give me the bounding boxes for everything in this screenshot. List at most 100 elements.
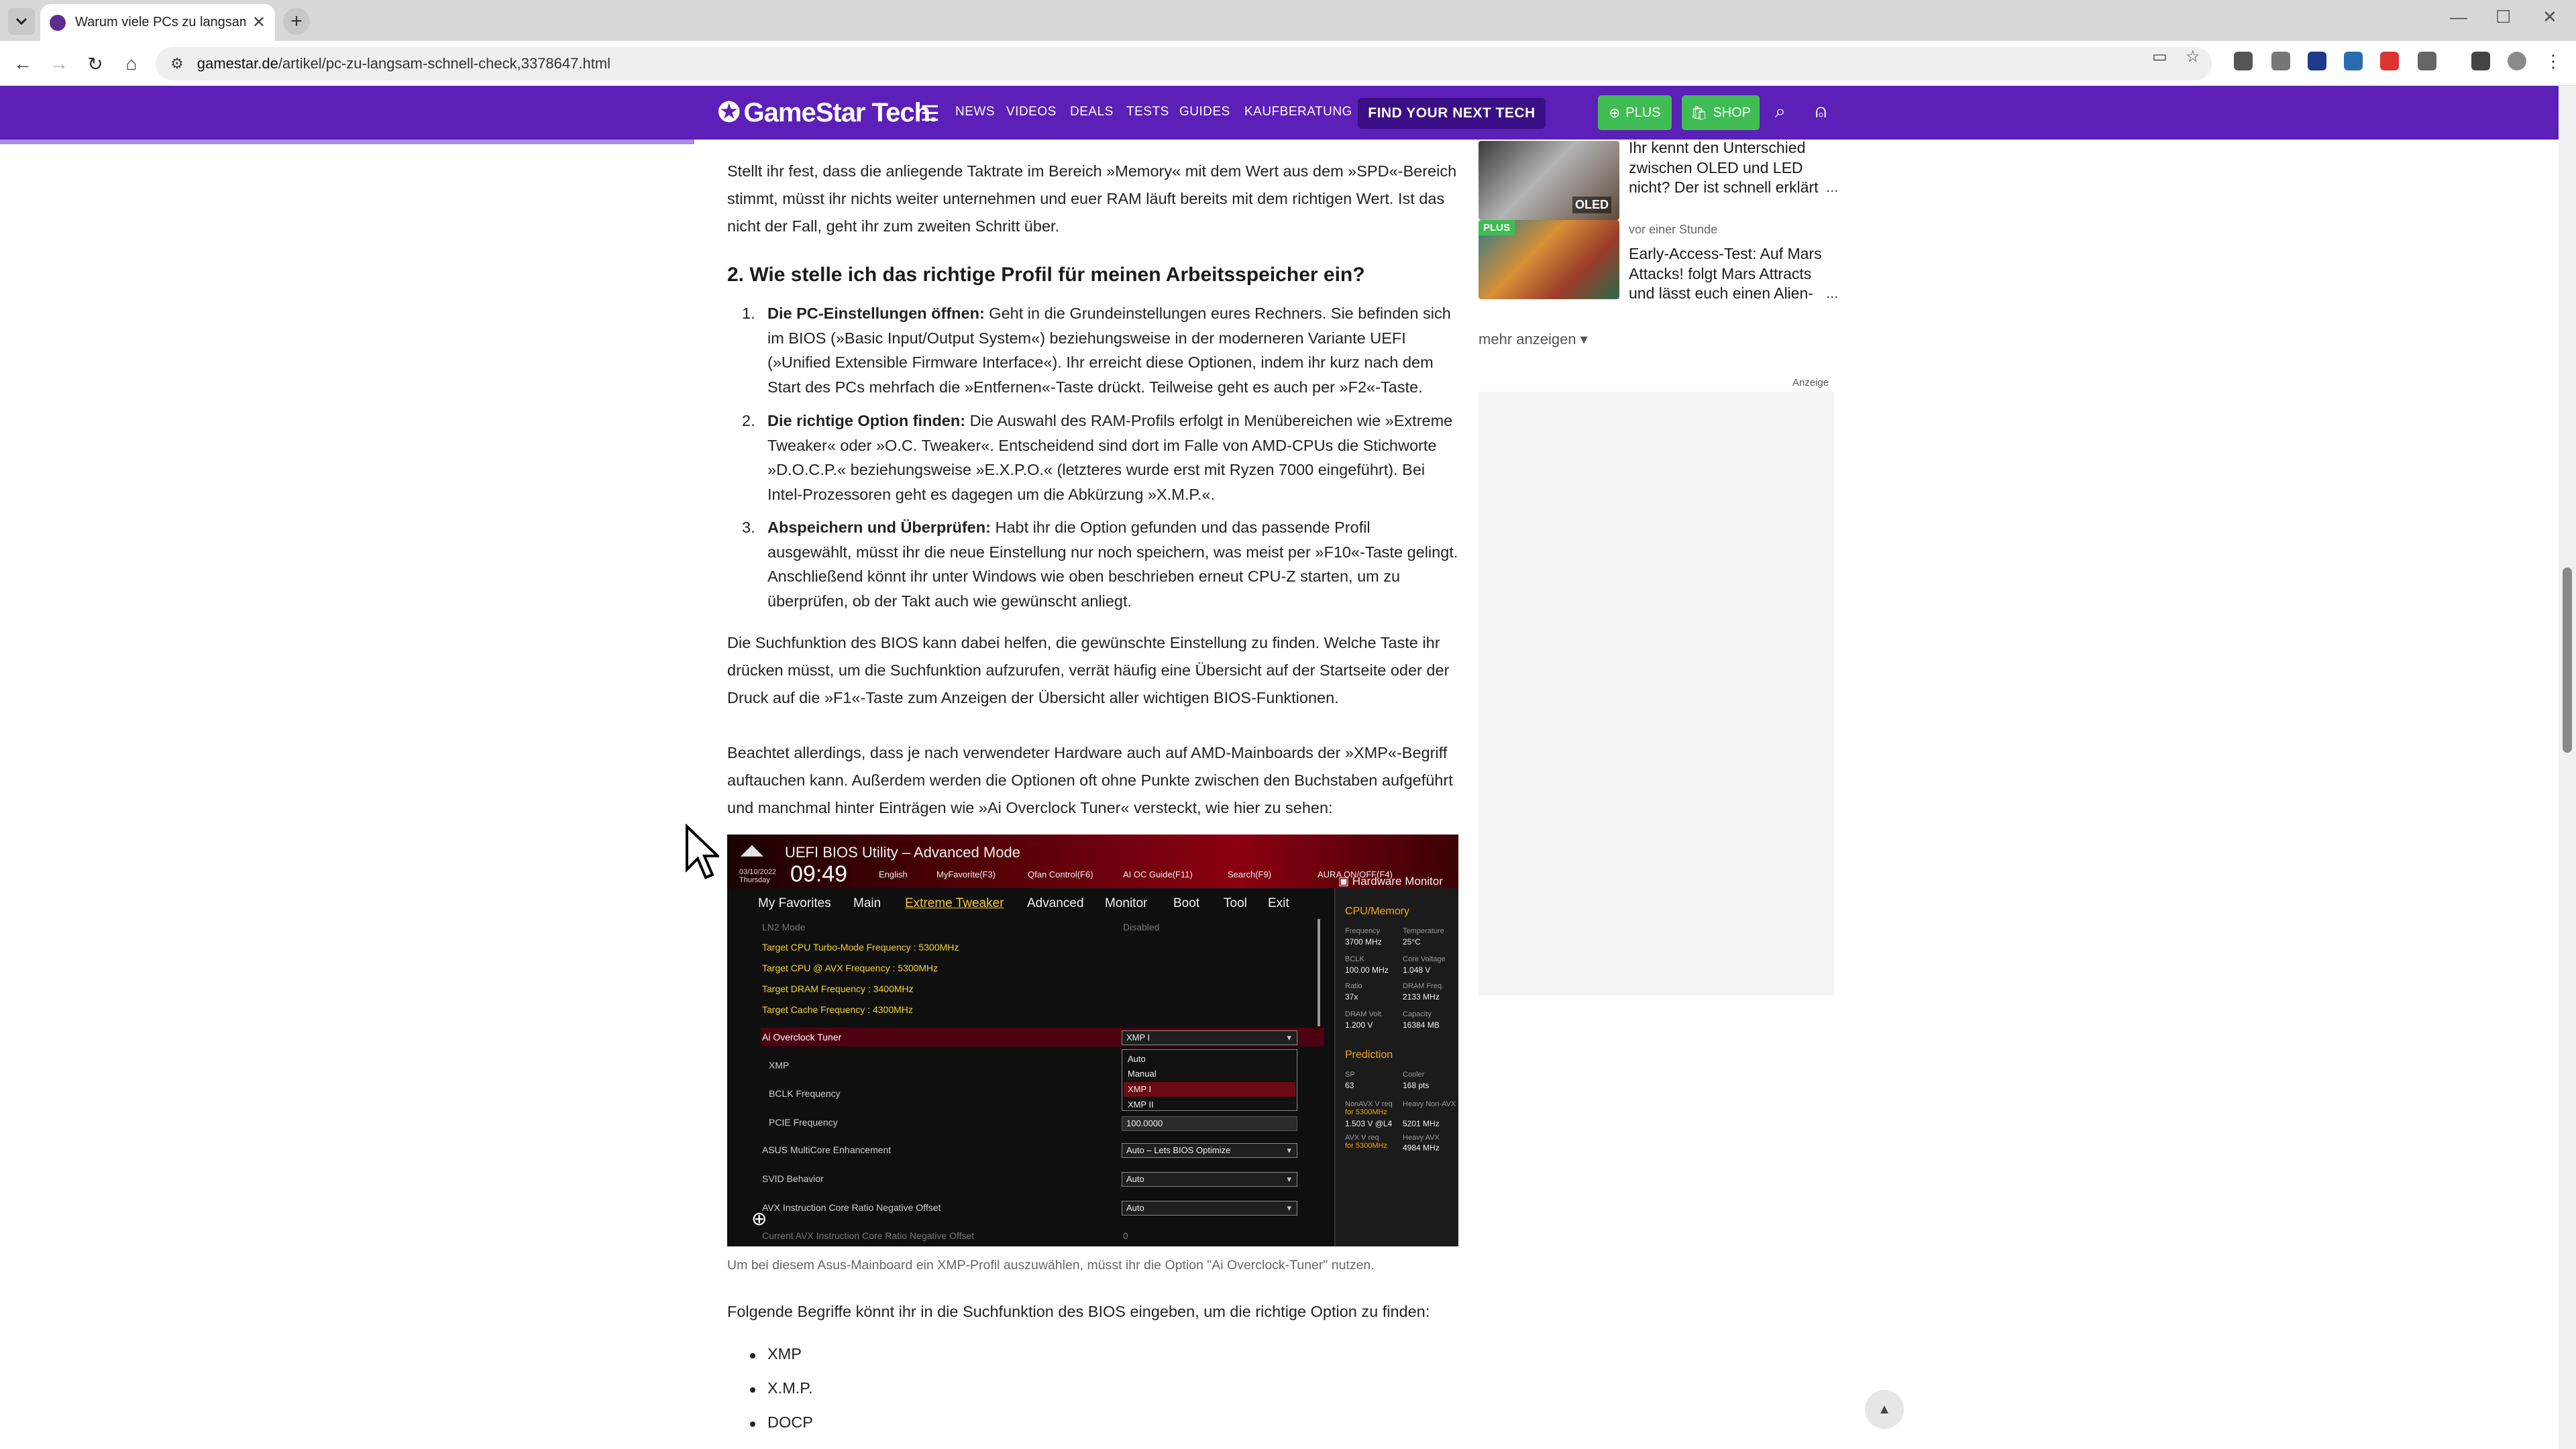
image-caption: Um bei diesem Asus-Mainboard ein XMP-Pro… bbox=[727, 1258, 1375, 1273]
chevron-down-icon bbox=[15, 17, 28, 25]
list-item: X.M.P. bbox=[749, 1379, 813, 1397]
bios-target: Target DRAM Frequency : 3400MHz bbox=[762, 983, 914, 994]
plus-circle-icon: ⊕ bbox=[1609, 105, 1621, 121]
bios-options-list: Auto Manual XMP I XMP II bbox=[1122, 1049, 1297, 1111]
download-icon[interactable] bbox=[2471, 52, 2490, 70]
bios-menu-item: Exit bbox=[1268, 896, 1289, 910]
find-your-next-tech-button[interactable]: FIND YOUR NEXT TECH bbox=[1358, 98, 1546, 129]
sidebar-article-title[interactable]: Early-Access-Test: Auf Mars Attacks! fol… bbox=[1629, 244, 1837, 304]
hw-label: NonAVX V req bbox=[1345, 1100, 1393, 1108]
user-icon[interactable]: ⍝ bbox=[1815, 101, 1827, 123]
hw-label: Cooler bbox=[1403, 1071, 1425, 1079]
nav-guides[interactable]: GUIDES bbox=[1179, 105, 1230, 119]
bios-option: Manual bbox=[1128, 1069, 1157, 1079]
step-item: 1. Die PC-Einstellungen öffnen: Geht in … bbox=[742, 305, 1451, 396]
hw-value: 168 pts bbox=[1403, 1081, 1430, 1090]
bios-row-label: SVID Behavior bbox=[762, 1173, 824, 1184]
hw-label: Frequency bbox=[1345, 927, 1380, 935]
plus-button[interactable]: ⊕ PLUS bbox=[1598, 95, 1672, 130]
bios-menu-item: Advanced bbox=[1027, 896, 1084, 910]
hw-value: 3700 MHz bbox=[1345, 937, 1382, 947]
tab-close-icon[interactable]: ✕ bbox=[252, 13, 266, 32]
hw-value: 16384 MB bbox=[1403, 1020, 1440, 1030]
sidebar-article-title[interactable]: Ihr kennt den Unterschied zwischen OLED … bbox=[1629, 138, 1837, 198]
bios-time: 09:49 bbox=[790, 861, 848, 887]
hw-label: BCLK bbox=[1345, 955, 1364, 963]
hw-section: CPU/Memory bbox=[1345, 906, 1410, 917]
bios-row-label: XMP bbox=[769, 1060, 790, 1071]
list-item: XMP bbox=[750, 1345, 802, 1362]
nav-news[interactable]: NEWS bbox=[955, 105, 995, 119]
search-icon[interactable]: ⌕ bbox=[1775, 101, 1786, 123]
back-arrow-icon[interactable]: ← bbox=[9, 50, 36, 77]
site-logo[interactable]: ✪ GameStar Tech. bbox=[718, 95, 937, 130]
active-tab[interactable]: Warum viele PCs zu langsam la ✕ bbox=[40, 4, 275, 41]
mehr-anzeigen-link[interactable]: mehr anzeigen ▾ bbox=[1479, 331, 1588, 348]
menu-kebab-icon[interactable]: ⋮ bbox=[2544, 52, 2563, 70]
reading-progress-bar bbox=[0, 140, 694, 144]
chevron-up-icon: ▲ bbox=[1878, 1401, 1891, 1417]
hw-value: 25°C bbox=[1403, 937, 1421, 947]
bios-row-value: Disabled bbox=[1123, 922, 1160, 932]
page-scrollbar[interactable] bbox=[2559, 86, 2576, 1449]
address-bar[interactable]: ⚙ gamestar.de/artikel/pc-zu-langsam-schn… bbox=[156, 47, 2212, 80]
bios-row-label: AVX Instruction Core Ratio Negative Offs… bbox=[762, 1202, 941, 1213]
home-icon[interactable]: ⌂ bbox=[118, 50, 145, 77]
new-tab-button[interactable]: + bbox=[283, 8, 310, 35]
bios-option: XMP I bbox=[1128, 1084, 1152, 1094]
step-item: 2. Die richtige Option finden: Die Auswa… bbox=[742, 412, 1453, 503]
nav-deals[interactable]: DEALS bbox=[1070, 105, 1114, 119]
window-close-icon[interactable]: ✕ bbox=[2542, 7, 2557, 28]
bios-tool: Search(F9) bbox=[1228, 869, 1272, 879]
hw-section: Prediction bbox=[1345, 1049, 1393, 1061]
profile-avatar-icon[interactable] bbox=[2508, 52, 2526, 70]
hw-label: Ratio bbox=[1345, 982, 1362, 990]
bios-row-label: BCLK Frequency bbox=[769, 1088, 841, 1099]
bios-row-value: 0 bbox=[1123, 1230, 1128, 1241]
nav-kaufberatung[interactable]: KAUFBERATUNG bbox=[1244, 105, 1352, 119]
install-app-icon[interactable]: ▭ bbox=[2152, 47, 2167, 66]
maximize-icon[interactable]: ☐ bbox=[2496, 7, 2511, 28]
tab-title: Warum viele PCs zu langsam la bbox=[75, 15, 246, 30]
hw-label: AVX V req bbox=[1345, 1134, 1379, 1142]
nav-videos[interactable]: VIDEOS bbox=[1006, 105, 1057, 119]
puzzle-icon[interactable] bbox=[2418, 52, 2436, 70]
tab-search-button[interactable] bbox=[8, 8, 35, 35]
back-to-top-button[interactable]: ▲ bbox=[1865, 1390, 1904, 1429]
bios-dropdown: Auto bbox=[1122, 1201, 1297, 1216]
bios-menu-item: Monitor bbox=[1105, 896, 1148, 910]
nav-tests[interactable]: TESTS bbox=[1126, 105, 1169, 119]
paragraph-terms: Folgende Begriffe könnt ihr in die Suchf… bbox=[727, 1303, 1430, 1320]
bios-option: XMP II bbox=[1128, 1099, 1154, 1110]
shield-extension-icon[interactable] bbox=[2308, 52, 2326, 70]
hardware-monitor-panel: ▣ Hardware Monitor CPU/Memory Frequency … bbox=[1334, 875, 1458, 1246]
minimize-icon[interactable]: — bbox=[2450, 7, 2467, 28]
sidebar-thumbnail[interactable]: PLUS bbox=[1479, 220, 1619, 299]
site-info-icon[interactable]: ⚙ bbox=[170, 55, 184, 72]
forward-arrow-icon[interactable]: → bbox=[46, 50, 72, 77]
bios-row-label: ASUS MultiCore Enhancement bbox=[762, 1144, 892, 1155]
paragraph-search: Die Suchfunktion des BIOS kann dabei hel… bbox=[727, 634, 1450, 706]
bios-dropdown: XMP I bbox=[1122, 1030, 1297, 1045]
bios-date: 03/10/2022 Thursday bbox=[739, 868, 777, 884]
camera-extension-icon[interactable] bbox=[2271, 52, 2290, 70]
extension-blue-icon[interactable] bbox=[2344, 52, 2363, 70]
scrollbar-thumb[interactable] bbox=[2563, 568, 2572, 753]
bios-target: Target CPU Turbo-Mode Frequency : 5300MH… bbox=[762, 942, 959, 953]
bookmark-star-icon[interactable]: ☆ bbox=[2186, 47, 2200, 66]
hw-value: 37x bbox=[1345, 992, 1358, 1002]
list-item: DOCP bbox=[750, 1413, 813, 1431]
bios-dropdown: Auto bbox=[1122, 1172, 1297, 1187]
ad-placeholder bbox=[1479, 392, 1834, 996]
extension-icon[interactable] bbox=[2234, 52, 2253, 70]
zoom-in-icon[interactable]: ⊕ bbox=[751, 1208, 773, 1229]
bios-tool: Qfan Control(F6) bbox=[1028, 869, 1093, 879]
reload-icon[interactable]: ↻ bbox=[82, 50, 109, 77]
sidebar-thumbnail[interactable]: OLED bbox=[1479, 141, 1619, 220]
bios-target: Target CPU @ AVX Frequency : 5300MHz bbox=[762, 963, 938, 973]
bios-screenshot[interactable]: ◢◣ UEFI BIOS Utility – Advanced Mode 03/… bbox=[727, 835, 1458, 1246]
hamburger-menu-icon[interactable]: ☰ bbox=[920, 101, 940, 126]
shop-button[interactable]: 🛍 SHOP bbox=[1682, 95, 1760, 130]
extension-red-icon[interactable] bbox=[2380, 52, 2399, 70]
star-logo-icon: ✪ bbox=[718, 98, 741, 127]
